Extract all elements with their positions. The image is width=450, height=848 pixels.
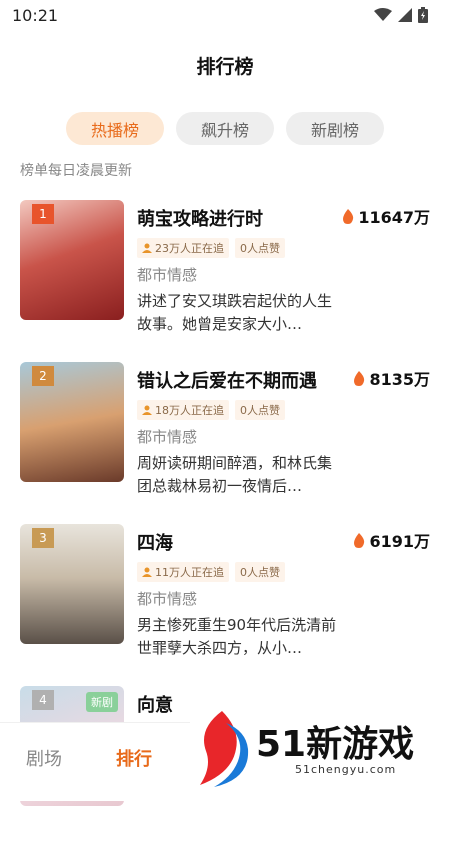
tab-hot[interactable]: 热播榜 [66, 112, 164, 145]
drama-title[interactable]: 错认之后爱在不期而遇 [137, 367, 317, 393]
genre-label: 都市情感 [137, 428, 198, 446]
likes-chip: 0人点赞 [235, 400, 285, 420]
drama-title[interactable]: 萌宝攻略进行时 [137, 205, 263, 231]
flame-icon [343, 208, 354, 224]
likes-chip: 0人点赞 [235, 562, 285, 582]
drama-description: 周妍读研期间醉酒，和林氏集团总裁林易初一夜情后… [137, 454, 333, 495]
rank-badge: 2 [32, 366, 54, 386]
stats-chips: 23万人正在追 0人点赞 [137, 238, 285, 258]
list-item[interactable]: 1 萌宝攻略进行时 11647万 23万人正在追 0人点赞 都市情感 讲述了安又… [0, 200, 450, 362]
heat-score: 11647万 [342, 204, 430, 228]
page-title: 排行榜 [196, 56, 254, 78]
followers-count: 11万人正在追 [155, 566, 224, 579]
heat-value: 11647万 [358, 208, 430, 227]
person-icon [142, 567, 152, 577]
drama-description: 男主惨死重生90年代后洗清前世罪孽大杀四方，从小… [137, 616, 337, 657]
nav-ranking[interactable]: 排行 [116, 745, 152, 771]
rank-badge: 3 [32, 528, 54, 548]
ranking-tabs: 热播榜 飙升榜 新剧榜 [0, 112, 450, 145]
drama-title[interactable]: 向意 [137, 691, 173, 717]
tab-new[interactable]: 新剧榜 [286, 112, 384, 145]
heat-score: 8135万 [353, 366, 430, 390]
watermark-site: 51chengyu.com [295, 763, 397, 776]
signal-icon [398, 8, 412, 22]
new-badge: 新剧 [86, 692, 118, 712]
battery-icon [418, 7, 428, 23]
flame-icon [354, 532, 365, 548]
person-icon [142, 405, 152, 415]
tab-rising[interactable]: 飙升榜 [176, 112, 274, 145]
rank-badge: 1 [32, 204, 54, 224]
status-icons [374, 7, 428, 23]
nav-theater[interactable]: 剧场 [26, 745, 62, 771]
followers-chip: 11万人正在追 [137, 562, 229, 582]
wifi-icon [374, 8, 392, 21]
watermark-brand: 51新游戏 [256, 724, 415, 765]
update-note: 榜单每日凌晨更新 [20, 163, 132, 179]
poster-image[interactable]: 2 [20, 362, 124, 482]
heat-value: 6191万 [369, 532, 430, 551]
brand-logo-icon [200, 711, 249, 787]
poster-image[interactable]: 1 [20, 200, 124, 320]
drama-description: 讲述了安又琪跌宕起伏的人生故事。她曾是安家大小… [137, 292, 333, 333]
status-time: 10:21 [12, 6, 59, 25]
status-bar: 10:21 [0, 0, 450, 32]
person-icon [142, 243, 152, 253]
followers-chip: 18万人正在追 [137, 400, 229, 420]
flame-icon [354, 370, 365, 386]
heat-score: 6191万 [353, 528, 430, 552]
followers-count: 23万人正在追 [155, 242, 224, 255]
heat-value: 8135万 [369, 370, 430, 389]
followers-chip: 23万人正在追 [137, 238, 229, 258]
drama-title[interactable]: 四海 [137, 529, 173, 555]
list-item[interactable]: 2 错认之后爱在不期而遇 8135万 18万人正在追 0人点赞 都市情感 周妍读… [0, 362, 450, 524]
likes-chip: 0人点赞 [235, 238, 285, 258]
site-watermark: 51新游戏 51chengyu.com [190, 705, 450, 800]
poster-image[interactable]: 3 [20, 524, 124, 644]
followers-count: 18万人正在追 [155, 404, 224, 417]
rank-badge: 4 [32, 690, 54, 710]
stats-chips: 18万人正在追 0人点赞 [137, 400, 285, 420]
genre-label: 都市情感 [137, 266, 198, 284]
list-item[interactable]: 3 四海 6191万 11万人正在追 0人点赞 都市情感 男主惨死重生90年代后… [0, 524, 450, 686]
stats-chips: 11万人正在追 0人点赞 [137, 562, 285, 582]
genre-label: 都市情感 [137, 590, 198, 608]
